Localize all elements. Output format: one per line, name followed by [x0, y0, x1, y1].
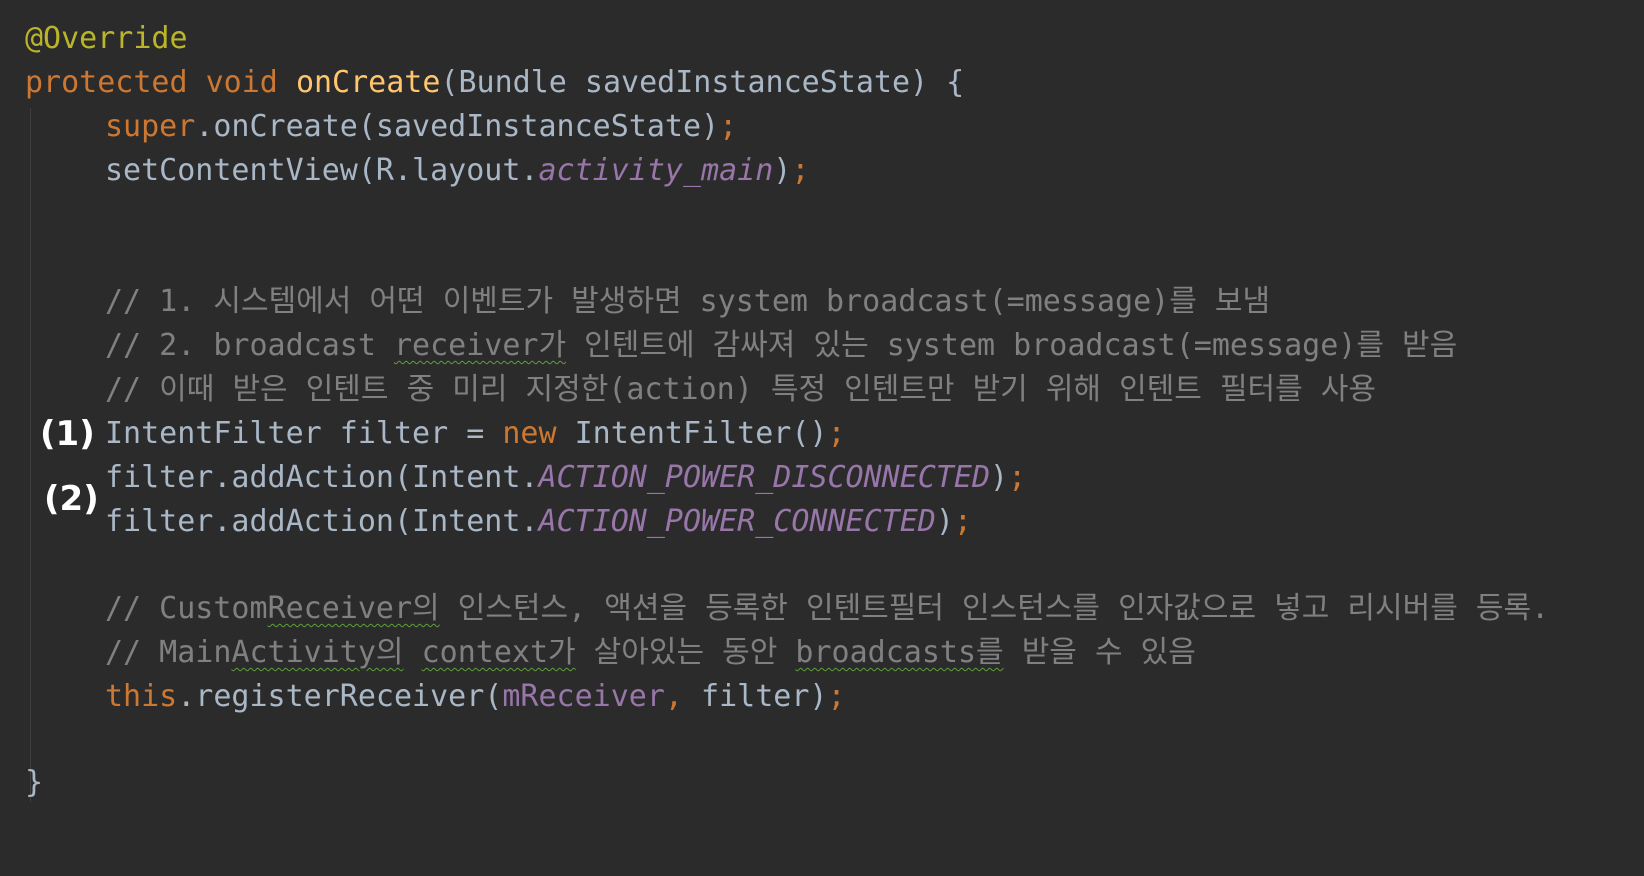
code-text-token: )	[935, 504, 954, 539]
field-token: mReceiver	[502, 679, 665, 714]
comment-token	[404, 635, 422, 670]
keyword-token: protected	[25, 65, 188, 100]
typo-warning-token[interactable]: Activity의	[231, 635, 403, 670]
closing-brace-token: }	[25, 765, 44, 800]
typo-warning-token[interactable]: context가	[422, 635, 576, 670]
code-line: filter.addAction(Intent.ACTION_POWER_CON…	[105, 499, 972, 545]
comment-token: 살아있는 동안	[575, 635, 796, 670]
annotation-label-1: (1)	[40, 414, 95, 454]
comment-token: // Custom	[105, 591, 268, 626]
code-line: this.registerReceiver(mReceiver, filter)…	[105, 674, 846, 720]
code-text-token: )	[773, 153, 792, 188]
code-text-token: IntentFilter()	[556, 416, 828, 451]
typo-warning-token[interactable]: Receiver의	[268, 591, 440, 626]
typo-warning-token[interactable]: broadcasts를	[795, 635, 1003, 670]
comment-token: 인텐트에 감싸져 있는 system broadcast(=message)를 …	[566, 328, 1458, 363]
indent-guide	[30, 108, 31, 802]
comment-token: // 1. 시스템에서 어떤 이벤트가 발생하면 system broadcas…	[105, 284, 1271, 319]
code-text-token: filter.addAction(Intent.	[105, 460, 539, 495]
semicolon-token: ;	[827, 679, 846, 714]
comment-token: // 2. broadcast	[105, 328, 394, 363]
comment-token: // 이때 받은 인텐트 중 미리 지정한(action) 특정 인텐트만 받기…	[105, 372, 1377, 407]
constant-token: ACTION_POWER_DISCONNECTED	[538, 460, 991, 495]
code-line: IntentFilter filter = new IntentFilter()…	[105, 411, 846, 457]
comment-line: // 이때 받은 인텐트 중 미리 지정한(action) 특정 인텐트만 받기…	[105, 367, 1376, 413]
method-name-token: onCreate	[295, 65, 441, 100]
semicolon-token: ;	[791, 153, 810, 188]
typo-warning-token[interactable]: receiver가	[394, 328, 566, 363]
constant-token: ACTION_POWER_CONNECTED	[538, 504, 936, 539]
semicolon-token: ;	[827, 416, 846, 451]
comment-line: // 2. broadcast receiver가 인텐트에 감싸져 있는 sy…	[105, 323, 1457, 369]
code-text-token: filter.addAction(Intent.	[105, 504, 539, 539]
code-text-token: (Bundle savedInstanceState) {	[440, 65, 965, 100]
code-line: super.onCreate(savedInstanceState);	[105, 104, 737, 150]
code-text-token: .registerReceiver(	[177, 679, 503, 714]
comment-token: // Main	[105, 635, 232, 670]
code-line: protected void onCreate(Bundle savedInst…	[25, 60, 964, 106]
keyword-token: this	[105, 679, 178, 714]
semicolon-token: ;	[719, 109, 738, 144]
code-text-token: IntentFilter filter =	[105, 416, 503, 451]
comma-token: ,	[664, 679, 702, 714]
keyword-token: super	[105, 109, 196, 144]
semicolon-token: ;	[953, 504, 972, 539]
comment-token: 인스턴스, 액션을 등록한 인텐트필터 인스턴스를 인자값으로 넣고 리시버를 …	[439, 591, 1550, 626]
code-line: setContentView(R.layout.activity_main);	[105, 148, 809, 194]
keyword-token: new	[502, 416, 557, 451]
code-text-token: .onCreate(savedInstanceState)	[195, 109, 720, 144]
code-text-token: setContentView(R.layout.	[105, 153, 539, 188]
code-line: filter.addAction(Intent.ACTION_POWER_DIS…	[105, 455, 1026, 501]
code-text-token: filter)	[701, 679, 828, 714]
comment-token: 받을 수 있음	[1003, 635, 1196, 670]
comment-line: // MainActivity의 context가 살아있는 동안 broadc…	[105, 630, 1196, 676]
code-line: @Override	[25, 16, 188, 62]
code-line: }	[25, 760, 43, 806]
semicolon-token: ;	[1008, 460, 1027, 495]
annotation-label-2: (2)	[44, 479, 99, 519]
comment-line: // CustomReceiver의 인스턴스, 액션을 등록한 인텐트필터 인…	[105, 586, 1549, 632]
annotation-token: @Override	[25, 21, 188, 56]
code-text-token: )	[990, 460, 1009, 495]
keyword-token: void	[205, 65, 278, 100]
comment-line: // 1. 시스템에서 어떤 이벤트가 발생하면 system broadcas…	[105, 279, 1270, 325]
constant-token: activity_main	[538, 153, 774, 188]
code-editor[interactable]: @Override protected void onCreate(Bundle…	[0, 0, 1644, 876]
